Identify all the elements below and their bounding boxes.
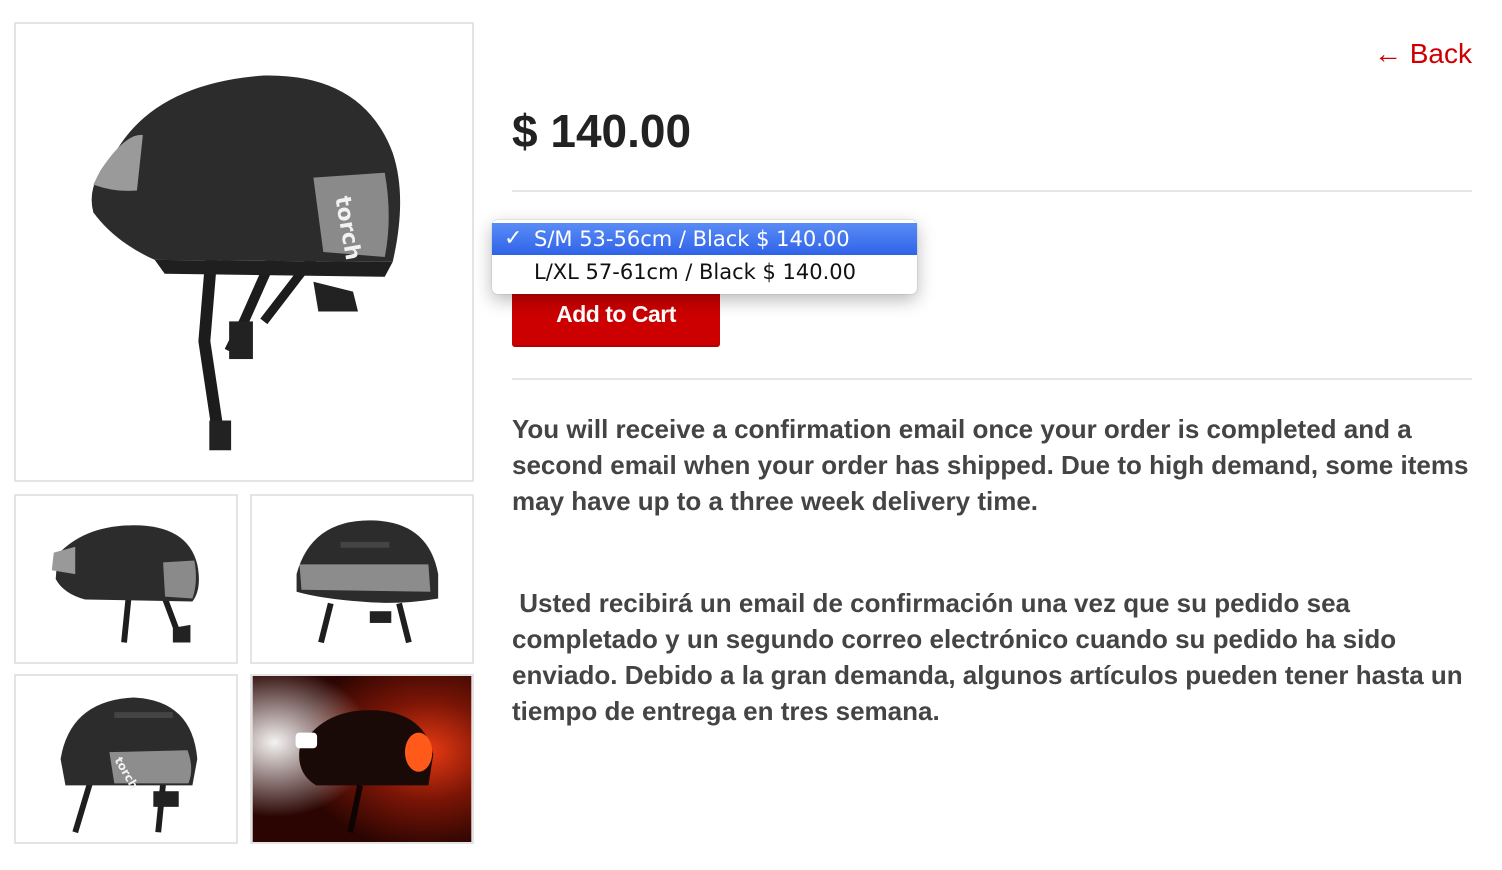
variant-option-sm[interactable]: ✓ S/M 53-56cm / Black $ 140.00	[492, 223, 917, 255]
shipping-note-spanish: Usted recibirá un email de confirmación …	[512, 588, 1470, 726]
helmet-front-thumb: torch	[60, 697, 198, 834]
back-link-label: ← Back	[1373, 38, 1472, 69]
divider	[512, 190, 1472, 192]
thumbnail-3[interactable]: torch	[14, 674, 238, 844]
helmet-night-thumb	[252, 676, 472, 842]
thumbnail-4[interactable]	[250, 674, 474, 844]
variant-option-lxl[interactable]: L/XL 57-61cm / Black $ 140.00	[492, 256, 917, 288]
shipping-note-english: You will receive a confirmation email on…	[512, 414, 1469, 516]
helmet-side-thumb	[51, 525, 199, 643]
main-product-image: torch	[14, 22, 474, 482]
thumbnail-1[interactable]	[14, 494, 238, 664]
variant-select-dropdown[interactable]: ✓ S/M 53-56cm / Black $ 140.00 L/XL 57-6…	[492, 220, 917, 294]
variant-option-label: S/M 53-56cm / Black $ 140.00	[534, 227, 850, 251]
divider	[512, 378, 1472, 380]
checkmark-icon: ✓	[504, 226, 523, 251]
helmet-rear-thumb	[296, 520, 439, 644]
add-to-cart-label: Add to Cart	[556, 300, 676, 327]
back-link[interactable]: ← Back	[1374, 38, 1472, 70]
variant-option-label: L/XL 57-61cm / Black $ 140.00	[534, 260, 856, 284]
product-price: $ 140.00	[512, 105, 692, 157]
thumbnail-2[interactable]	[250, 494, 474, 664]
helmet-side-image: torch	[91, 75, 401, 451]
